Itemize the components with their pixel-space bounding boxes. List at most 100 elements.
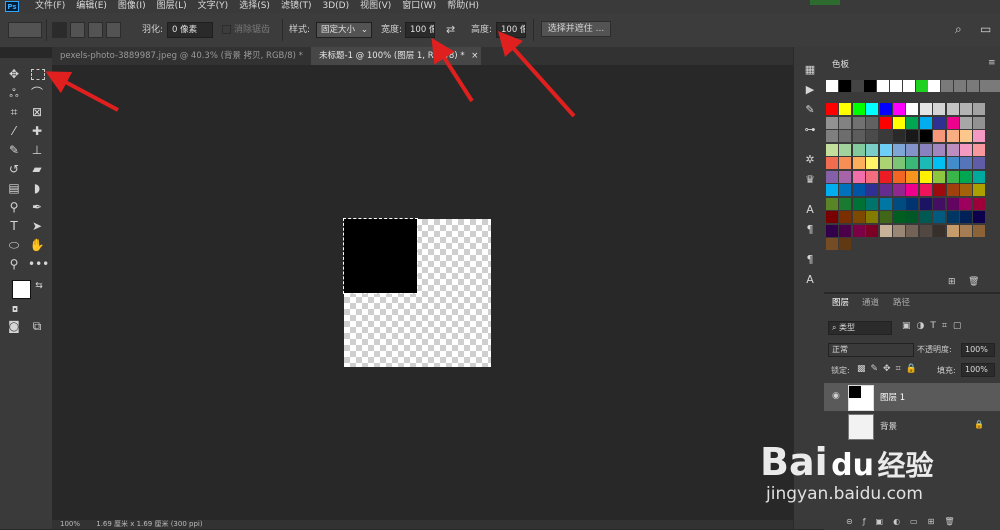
dodge-tool-icon[interactable]: ⚲	[5, 199, 23, 215]
color-swatch[interactable]	[826, 117, 838, 129]
tab-pexels-photo[interactable]: pexels-photo-3889987.jpeg @ 40.3% (背景 拷贝…	[52, 47, 310, 65]
blend-mode-select[interactable]: 正常	[828, 343, 914, 357]
color-swatch[interactable]	[920, 171, 932, 183]
color-swatch[interactable]	[928, 80, 940, 92]
adjustments-icon[interactable]: ⊶	[802, 123, 818, 137]
add-selection-button[interactable]	[70, 22, 85, 38]
color-swatch[interactable]	[973, 103, 985, 115]
layer-filter-icons[interactable]: ▣◑T⌗▢	[902, 321, 967, 331]
subtract-selection-button[interactable]	[88, 22, 103, 38]
color-swatch[interactable]	[906, 130, 918, 142]
more-tools-icon[interactable]: •••	[28, 256, 46, 272]
color-swatch[interactable]	[920, 130, 932, 142]
color-swatch[interactable]	[906, 198, 918, 210]
color-swatch[interactable]	[906, 117, 918, 129]
color-swatch[interactable]	[826, 211, 838, 223]
menu-item[interactable]: 视图(V)	[355, 0, 397, 13]
feather-input[interactable]: 0 像素	[167, 22, 213, 38]
menu-item[interactable]: 滤镜(T)	[276, 0, 318, 13]
color-swatch[interactable]	[839, 238, 851, 250]
color-swatch[interactable]	[973, 184, 985, 196]
color-swatch[interactable]	[853, 225, 865, 237]
color-swatch[interactable]	[866, 117, 878, 129]
color-swatch[interactable]	[947, 198, 959, 210]
color-swatch[interactable]	[826, 80, 838, 92]
color-swatch[interactable]	[920, 225, 932, 237]
search-icon[interactable]: ⌕	[955, 21, 962, 37]
color-swatch[interactable]	[893, 157, 905, 169]
libraries-icon[interactable]: ♛	[802, 173, 818, 187]
move-tool-icon[interactable]: ✥	[5, 66, 23, 82]
color-swatch[interactable]	[960, 184, 972, 196]
color-swatch[interactable]	[960, 198, 972, 210]
color-swatch[interactable]	[880, 130, 892, 142]
color-swatch[interactable]	[866, 225, 878, 237]
color-swatch[interactable]	[947, 144, 959, 156]
tab-layers[interactable]: 图层	[832, 294, 849, 312]
color-swatch[interactable]	[973, 225, 985, 237]
color-swatch[interactable]	[960, 211, 972, 223]
color-swatch[interactable]	[920, 211, 932, 223]
ellipse-tool-icon[interactable]: ⬭	[5, 237, 23, 253]
color-swatch[interactable]	[826, 103, 838, 115]
color-swatch[interactable]	[880, 117, 892, 129]
rectangular-marquee-tool-icon[interactable]	[31, 69, 45, 80]
menu-item[interactable]: 图像(I)	[113, 0, 152, 13]
eyedropper-tool-icon[interactable]: ⁄	[5, 123, 23, 139]
color-swatch[interactable]	[839, 117, 851, 129]
menu-item[interactable]: 文字(Y)	[193, 0, 235, 13]
quick-selection-tool-icon[interactable]: ⌒	[28, 85, 46, 101]
color-swatch[interactable]	[947, 211, 959, 223]
healing-brush-tool-icon[interactable]: ✚	[28, 123, 46, 139]
hand-tool-icon[interactable]: ✋	[28, 237, 46, 253]
fill-input[interactable]: 100%	[961, 363, 995, 377]
color-swatch[interactable]	[839, 80, 851, 92]
color-swatch[interactable]	[866, 130, 878, 142]
layer-row-background[interactable]: 背景 🔒	[824, 412, 1000, 440]
color-swatch[interactable]	[941, 80, 953, 92]
color-swatch[interactable]	[839, 157, 851, 169]
menu-item[interactable]: 图层(L)	[152, 0, 193, 13]
gradient-tool-icon[interactable]: ▤	[5, 180, 23, 196]
layer-filter-select[interactable]: ⌕ 类型	[828, 321, 892, 335]
color-swatch[interactable]	[893, 117, 905, 129]
color-swatch[interactable]	[893, 171, 905, 183]
color-swatch[interactable]	[890, 80, 902, 92]
color-swatch[interactable]	[826, 238, 838, 250]
color-swatch[interactable]	[853, 184, 865, 196]
quick-mask-icon[interactable]: ◙	[5, 318, 23, 334]
history-brush-tool-icon[interactable]: ↺	[5, 161, 23, 177]
color-swatch[interactable]	[839, 198, 851, 210]
tab-paths[interactable]: 路径	[893, 294, 910, 312]
lock-icons[interactable]: ▩✎✥⌗🔒	[857, 364, 922, 374]
height-input[interactable]: 100 像	[496, 22, 526, 38]
color-swatch[interactable]	[893, 130, 905, 142]
color-swatch[interactable]	[947, 171, 959, 183]
menu-item[interactable]: 编辑(E)	[71, 0, 113, 13]
color-swatch[interactable]	[866, 184, 878, 196]
color-swatch[interactable]	[853, 130, 865, 142]
color-swatch[interactable]	[839, 144, 851, 156]
color-swatch[interactable]	[880, 198, 892, 210]
color-swatch[interactable]	[839, 211, 851, 223]
color-swatch[interactable]	[973, 211, 985, 223]
frame-tool-icon[interactable]: ⊠	[28, 104, 46, 120]
color-swatch[interactable]	[973, 157, 985, 169]
properties-icon[interactable]: ✲	[802, 153, 818, 167]
color-swatch[interactable]	[866, 157, 878, 169]
brush-settings-icon[interactable]: ✎	[802, 103, 818, 117]
layer-row-layer-1[interactable]: ◉ 图层 1	[824, 383, 1000, 411]
color-swatch[interactable]	[947, 184, 959, 196]
selection-black-square[interactable]	[344, 219, 417, 293]
color-swatch[interactable]	[954, 80, 966, 92]
color-swatch[interactable]	[906, 211, 918, 223]
pen-tool-icon[interactable]: ✒	[28, 199, 46, 215]
menu-item[interactable]: 帮助(H)	[442, 0, 485, 13]
tab-untitled-1[interactable]: 未标题-1 @ 100% (图层 1, RGB/8) * ×	[311, 47, 481, 65]
color-swatch[interactable]	[826, 157, 838, 169]
zoom-tool-icon[interactable]: ⚲	[5, 256, 23, 272]
color-swatch[interactable]	[880, 157, 892, 169]
color-swatch[interactable]	[893, 211, 905, 223]
foreground-color-swatch[interactable]	[12, 280, 31, 299]
color-swatch[interactable]	[960, 117, 972, 129]
